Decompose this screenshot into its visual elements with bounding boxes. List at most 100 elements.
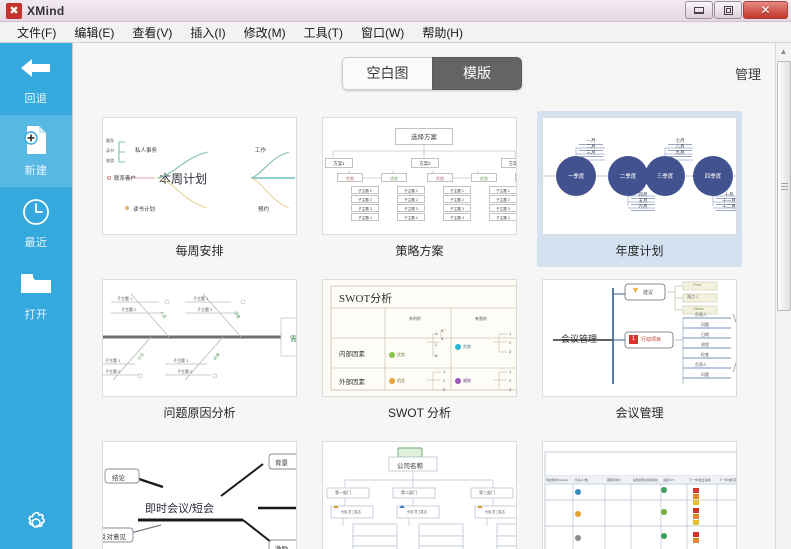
lightbulb-icon: ▼	[631, 285, 640, 295]
toolbar: 空白图 模版 管理	[73, 43, 791, 103]
vertical-scrollbar[interactable]: ▲	[775, 43, 791, 549]
thumb-l3-3: 子主题 3	[351, 204, 379, 212]
thumb-l1-3: 方案	[501, 158, 516, 168]
thumb-l2-2: 优势	[381, 173, 407, 182]
thumb-item-e: 3	[435, 353, 438, 358]
sidebar-item-settings[interactable]	[0, 508, 72, 543]
menu-item-tools[interactable]: 工具(T)	[295, 22, 352, 43]
template-card-title: 每周安排	[175, 244, 224, 258]
thumb-sub-2: 子主题 2	[121, 307, 137, 312]
template-card-org-chart[interactable]: 公司名称 第一部门 第二部门 第三部门 头衔 员工姓名 头衔 员工姓名 头衔 员…	[317, 435, 522, 549]
thumb-field-5: 检查	[701, 352, 709, 357]
close-button[interactable]: ✕	[743, 1, 788, 19]
thumb-col-7: 下一步(协同完成)	[719, 478, 736, 482]
thumb-quarter-4: 四季度	[693, 156, 733, 196]
thumb-col-3: 期限(何时)	[607, 478, 621, 482]
thumb-quick-branch-3: 背景	[275, 460, 288, 467]
template-card-meeting[interactable]: 会议管理 建议 ▼ 1 行动项目 Pros 观点 1 Views 负责人 问题	[537, 273, 742, 429]
thumb-branch-5: 读书计划	[133, 207, 156, 213]
thumb-dept-2: 第二部门	[401, 490, 417, 495]
sidebar-item-open[interactable]: 打开	[0, 259, 72, 331]
template-card-title: SWOT 分析	[387, 406, 452, 420]
thumb-dept-3: 第三部门	[479, 490, 495, 495]
template-card-swot[interactable]: SWOT分析 有利的 有害的 内部因素 外部因素 优势 劣势 机会 威胁 4 5…	[317, 273, 522, 429]
thumb-branch-4: 在	[296, 174, 297, 182]
folder-icon	[20, 269, 52, 299]
template-card-table[interactable]: 验收准则/Criteria 负责人(谁) 期限(何时) 失败风险(如何避免) 进…	[537, 435, 742, 549]
thumb-field-2: 问题	[701, 322, 709, 327]
thumb-item-c: 1	[435, 331, 438, 336]
thumb-l3-10: 子主题 2	[443, 195, 471, 203]
tab-templates[interactable]: 模版	[432, 56, 522, 90]
menu-item-insert[interactable]: 插入(I)	[181, 22, 234, 43]
template-card-annual-plan[interactable]: 一季度 二季度 三季度 四季度 一月 二月 三月 四月 五月 六月 七月 八月 …	[537, 111, 742, 267]
thumb-item-k: 3	[443, 387, 446, 392]
chevron-up-icon[interactable]: ▲	[776, 43, 791, 59]
thumb-item-d: 2	[435, 342, 438, 347]
thumb-l3-6: 子主题 2	[397, 195, 425, 203]
thumb-item-l: 1	[509, 369, 512, 374]
menu-item-help[interactable]: 帮助(H)	[413, 22, 472, 43]
maximize-button[interactable]	[714, 1, 742, 19]
thumb-meeting-center: 会议管理	[561, 334, 598, 344]
thumb-item-f: 1	[509, 331, 512, 336]
thumb-l3-15: 子主题 3	[489, 204, 516, 212]
thumb-l3-8: 子主题 4	[397, 213, 425, 221]
menu-item-modify[interactable]: 修改(M)	[235, 22, 295, 43]
tab-blank-map[interactable]: 空白图	[342, 56, 432, 90]
template-thumbnail: 选择方案 方案1 方案2 方案 劣势 优势 劣势 优势 优 子主题 1 子主题	[322, 117, 517, 235]
thumb-field-7: 问题	[701, 372, 709, 377]
menu-item-edit[interactable]: 编辑(E)	[65, 22, 123, 43]
template-thumbnail: 子主题 1 子主题 2 子主题 1 子主题 2 子主题 1 子主题 2 子主题 …	[102, 279, 297, 397]
menu-item-window[interactable]: 窗口(W)	[352, 22, 413, 43]
thumb-root-node: 选择方案	[395, 128, 453, 145]
thumb-l3-2: 子主题 2	[351, 195, 379, 203]
thumb-l3-5: 子主题 1	[397, 186, 425, 194]
template-card-weekly[interactable]: 本周计划 私人事务 工作 联系客户 读书计划 预约 健身 读书 旅游 每周安排	[97, 111, 302, 267]
thumb-staff-2: 头衔 员工姓名	[407, 510, 428, 514]
thumb-quarter-3: 三季度	[645, 156, 685, 196]
thumb-leaf-2: 读书	[106, 148, 114, 153]
thumb-note-1: Pros	[693, 282, 702, 287]
thumb-l3-7: 子主题 3	[397, 204, 425, 212]
scrollbar-thumb[interactable]	[777, 61, 791, 311]
thumb-month-3: 三月	[579, 150, 603, 157]
template-card-fishbone[interactable]: 子主题 1 子主题 2 子主题 1 子主题 2 子主题 1 子主题 2 子主题 …	[97, 273, 302, 429]
manage-link[interactable]: 管理	[735, 64, 761, 83]
thumb-month-6: 六月	[631, 204, 655, 211]
priority-badge-icon: 1	[629, 335, 638, 344]
template-grid: 本周计划 私人事务 工作 联系客户 读书计划 预约 健身 读书 旅游 每周安排 …	[97, 111, 765, 549]
sidebar-item-new[interactable]: 新建	[0, 115, 72, 187]
main-panel: 空白图 模版 管理 本周计划 私人事务 工作 联系客户 读书计划 预约 健身 读…	[72, 43, 791, 549]
template-thumbnail: SWOT分析 有利的 有害的 内部因素 外部因素 优势 劣势 机会 威胁 4 5…	[322, 279, 517, 397]
thumb-l3-4: 子主题 4	[351, 213, 379, 221]
menu-item-file[interactable]: 文件(F)	[8, 22, 65, 43]
thumb-month-12: 十二月	[716, 204, 736, 211]
thumb-l1-1: 方案1	[325, 158, 353, 168]
thumb-leaf-1: 健身	[106, 138, 114, 143]
thumb-quick-branch-1: 结论	[112, 475, 125, 482]
thumb-sub-8: 子主题 2	[177, 369, 193, 374]
template-thumbnail: 验收准则/Criteria 负责人(谁) 期限(何时) 失败风险(如何避免) 进…	[542, 441, 737, 549]
new-document-icon	[23, 125, 49, 155]
thumb-field-6: 负责人	[695, 362, 707, 367]
scrollbar-grip-icon	[780, 181, 788, 192]
thumb-sub-6: 子主题 2	[105, 369, 121, 374]
thumb-item-a: 4	[441, 328, 444, 333]
thumb-field-4: 进程	[701, 342, 709, 347]
clock-icon	[22, 197, 50, 227]
menu-item-view[interactable]: 查看(V)	[123, 22, 181, 43]
template-card-strategy[interactable]: 选择方案 方案1 方案2 方案 劣势 优势 劣势 优势 优 子主题 1 子主题	[317, 111, 522, 267]
thumb-l3-13: 子主题 1	[489, 186, 516, 194]
thumb-l3-9: 子主题 1	[443, 186, 471, 194]
thumb-l2-3: 劣势	[427, 173, 453, 182]
template-card-title: 会议管理	[615, 406, 664, 420]
template-thumbnail: 本周计划 私人事务 工作 联系客户 读书计划 预约 健身 读书 旅游	[102, 117, 297, 235]
minimize-button[interactable]	[685, 1, 713, 19]
thumb-item-b: 5	[441, 336, 444, 341]
thumb-col-4: 失败风险(如何避免)	[633, 478, 659, 482]
sidebar-item-recent[interactable]: 最近	[0, 187, 72, 259]
sidebar-item-back[interactable]: 回退	[0, 43, 72, 115]
template-card-quick-meeting[interactable]: 即时会议/短会 结论 反对意见 背景 激励	[97, 435, 302, 549]
sidebar: 回退 新建 最近 打开	[0, 43, 72, 549]
